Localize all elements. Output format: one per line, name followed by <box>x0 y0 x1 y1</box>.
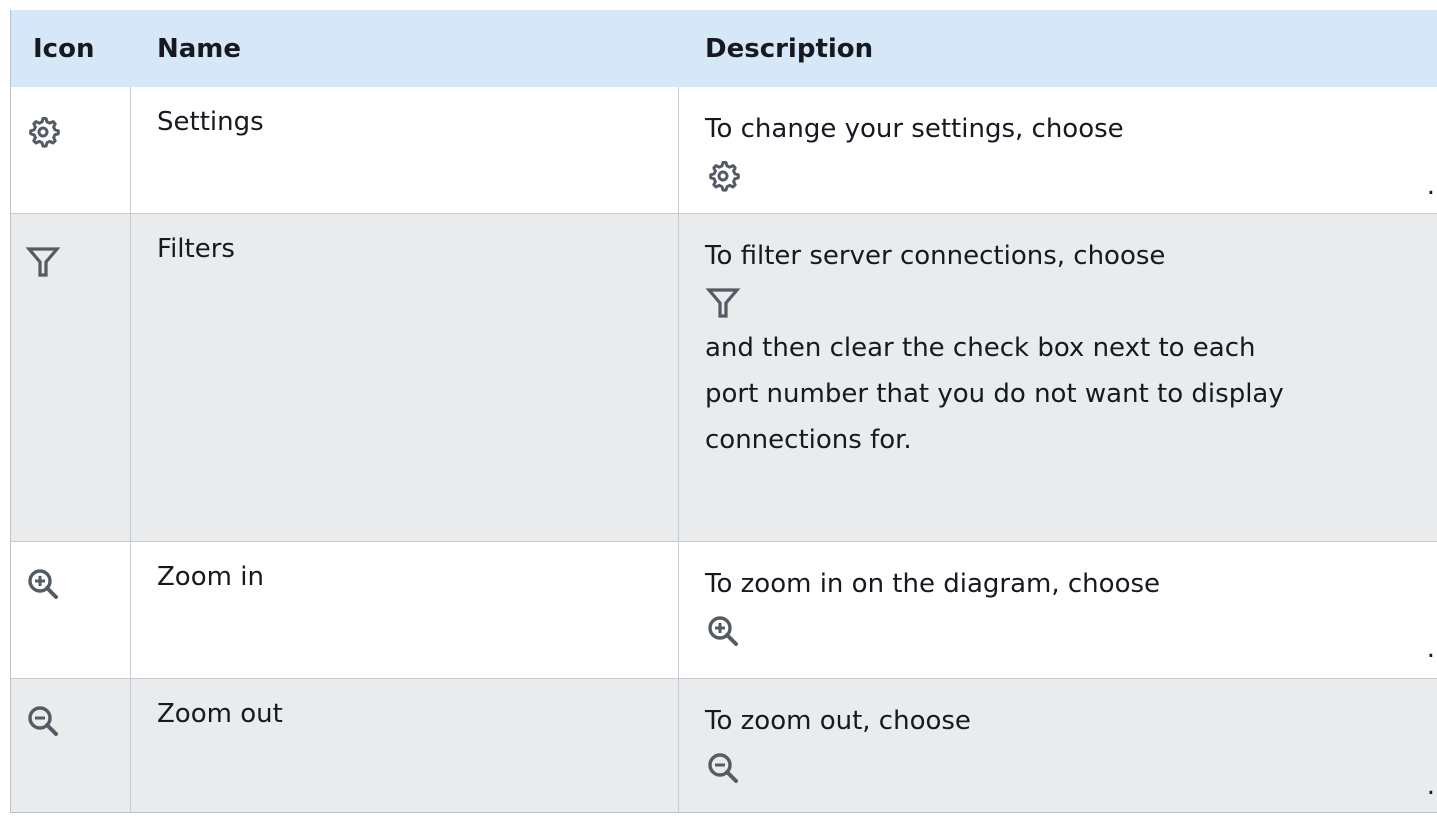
column-divider <box>678 542 679 678</box>
filter-funnel-icon <box>705 285 741 321</box>
table-row: Zoom in To zoom in on the diagram, choos… <box>11 542 1437 679</box>
row-description-settings: To change your settings, choose <box>705 106 1405 198</box>
header-description: Description <box>705 34 874 64</box>
table-row: Zoom out To zoom out, choose . <box>11 679 1437 812</box>
description-text: and then clear the check box next to eac… <box>705 333 1256 363</box>
filter-funnel-icon <box>25 244 61 280</box>
column-divider <box>130 542 131 678</box>
row-name-settings: Settings <box>157 107 264 137</box>
row-name-zoom-in: Zoom in <box>157 562 264 592</box>
row-description-zoom-in: To zoom in on the diagram, choose <box>705 561 1405 653</box>
description-text: To zoom out, choose <box>705 706 971 736</box>
header-icon: Icon <box>33 34 95 64</box>
zoom-out-icon <box>25 703 61 739</box>
gear-icon <box>705 158 741 194</box>
row-description-zoom-out: To zoom out, choose <box>705 698 1405 790</box>
trailing-period: . <box>1426 634 1435 664</box>
description-text: To change your settings, choose <box>705 114 1124 144</box>
zoom-in-icon <box>705 613 741 649</box>
row-name-filters: Filters <box>157 234 235 264</box>
column-divider <box>678 87 679 213</box>
header-name: Name <box>157 34 242 64</box>
trailing-period: . <box>1426 771 1435 801</box>
row-name-zoom-out: Zoom out <box>157 699 283 729</box>
description-text: connections for. <box>705 425 912 455</box>
trailing-period: . <box>1426 171 1435 201</box>
description-text: To filter server connections, choose <box>705 241 1166 271</box>
column-divider <box>678 679 679 812</box>
description-text: port number that you do not want to disp… <box>705 379 1284 409</box>
table-row: Settings To change your settings, choose… <box>11 87 1437 214</box>
column-divider <box>130 679 131 812</box>
column-divider <box>678 214 679 541</box>
table-header-row: Icon Name Description <box>11 10 1437 87</box>
zoom-out-icon <box>705 750 741 786</box>
icon-reference-table: Icon Name Description Settings To change… <box>10 10 1437 813</box>
zoom-in-icon <box>25 566 61 602</box>
row-description-filters: To filter server connections, choose and… <box>705 233 1405 463</box>
description-text: To zoom in on the diagram, choose <box>705 569 1161 599</box>
column-divider <box>130 87 131 213</box>
gear-icon <box>25 114 61 150</box>
column-divider <box>130 214 131 541</box>
table-row: Filters To filter server connections, ch… <box>11 214 1437 542</box>
